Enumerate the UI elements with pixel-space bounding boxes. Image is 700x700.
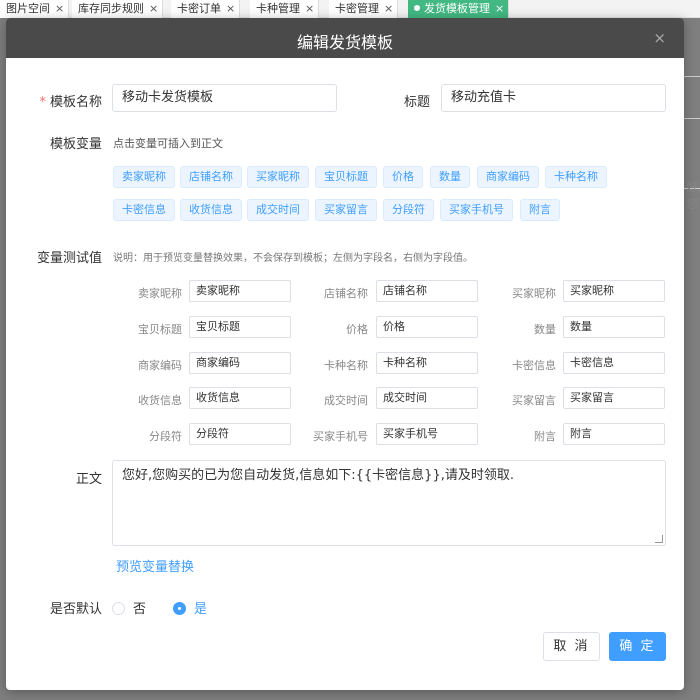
tab-label: 库存同步规则 xyxy=(78,2,144,15)
tab-label: 发货模板管理 xyxy=(424,2,490,15)
test-field-name: 买家留言 xyxy=(512,394,556,407)
tab-image-space[interactable]: 图片空间 × xyxy=(0,0,70,18)
test-field-input[interactable]: 商家编码 xyxy=(189,352,291,374)
close-icon[interactable]: × xyxy=(149,0,158,17)
variable-tag[interactable]: 数量 xyxy=(430,166,470,188)
test-field-input[interactable]: 店铺名称 xyxy=(376,280,478,302)
test-field-name: 附言 xyxy=(534,430,556,443)
close-icon[interactable]: × xyxy=(384,0,393,17)
active-dot-icon xyxy=(414,5,420,11)
variables-hint: 点击变量可插入到正文 xyxy=(113,137,223,150)
test-field-name: 价格 xyxy=(346,323,368,336)
cancel-button[interactable]: 取 消 xyxy=(543,632,600,661)
test-field-name: 买家昵称 xyxy=(512,287,556,300)
radio-label: 否 xyxy=(133,602,147,617)
background-divider xyxy=(684,76,700,77)
test-field-name: 店铺名称 xyxy=(324,287,368,300)
variable-tag[interactable]: 收货信息 xyxy=(180,199,242,221)
test-field-name: 商家编码 xyxy=(138,359,182,372)
confirm-button[interactable]: 确 定 xyxy=(609,632,666,661)
radio-checked-icon xyxy=(173,602,186,615)
dialog-header: 编辑发货模板 × xyxy=(6,18,684,58)
tab-card-manage[interactable]: 卡密管理 × xyxy=(329,0,399,18)
tab-bar: 图片空间 × 库存同步规则 × 卡密订单 × 卡种管理 × 卡密管理 × 发货模板管理 × xyxy=(0,0,700,18)
test-field-name: 数量 xyxy=(534,323,556,336)
test-field-name: 宝贝标题 xyxy=(138,323,182,336)
dialog-title: 编辑发货模板 xyxy=(296,33,393,52)
test-field-input[interactable]: 宝贝标题 xyxy=(189,316,291,338)
test-values-label: 变量测试值 xyxy=(36,251,102,266)
radio-circle-icon xyxy=(112,602,125,615)
tab-shipping-templates[interactable]: 发货模板管理 × xyxy=(408,0,510,18)
variable-tag[interactable]: 买家昵称 xyxy=(247,166,309,188)
test-field-name: 成交时间 xyxy=(324,394,368,407)
test-field-input[interactable]: 买家留言 xyxy=(563,387,665,409)
test-field-input[interactable]: 分段符 xyxy=(189,423,291,445)
body-text: 您好,您购买的已为您自动发货,信息如下:{{卡密信息}},请及时领取. xyxy=(122,468,514,483)
test-field-input[interactable]: 附言 xyxy=(563,423,665,445)
test-field-name: 卡密信息 xyxy=(512,359,556,372)
test-values-hint: 说明：用于预览变量替换效果，不会保存到模板；左侧为字段名，右侧为字段值。 xyxy=(113,253,473,264)
variable-tag[interactable]: 商家编码 xyxy=(477,166,539,188)
variable-tag[interactable]: 卡种名称 xyxy=(545,166,607,188)
test-field-input[interactable]: 收货信息 xyxy=(189,387,291,409)
tab-card-orders[interactable]: 卡密订单 × xyxy=(171,0,241,18)
body-textarea[interactable]: 您好,您购买的已为您自动发货,信息如下:{{卡密信息}},请及时领取. xyxy=(112,460,666,546)
variable-tag[interactable]: 分段符 xyxy=(383,199,434,221)
body-label: 正文 xyxy=(75,472,102,487)
tab-label: 图片空间 xyxy=(6,2,50,15)
test-field-input[interactable]: 成交时间 xyxy=(376,387,478,409)
tab-card-types[interactable]: 卡种管理 × xyxy=(250,0,320,18)
default-label: 是否默认 xyxy=(49,602,102,617)
tab-stock-sync-rules[interactable]: 库存同步规则 × xyxy=(72,0,164,18)
test-field-name: 分段符 xyxy=(149,430,182,443)
resize-handle-icon[interactable] xyxy=(655,535,663,543)
variable-tag[interactable]: 店铺名称 xyxy=(180,166,242,188)
test-field-name: 卖家昵称 xyxy=(138,287,182,300)
variable-tag[interactable]: 宝贝标题 xyxy=(315,166,377,188)
test-field-input[interactable]: 卡种名称 xyxy=(376,352,478,374)
variable-tag[interactable]: 价格 xyxy=(383,166,423,188)
variable-tag[interactable]: 附言 xyxy=(520,199,560,221)
background-divider xyxy=(684,118,700,119)
tab-label: 卡密订单 xyxy=(177,2,221,15)
variable-tag[interactable]: 卡密信息 xyxy=(113,199,175,221)
test-field-name: 卡种名称 xyxy=(324,359,368,372)
test-field-input[interactable]: 买家昵称 xyxy=(563,280,665,302)
background-text: 好,您 xyxy=(686,180,700,211)
test-field-name: 买家手机号 xyxy=(313,430,368,443)
variable-tag[interactable]: 买家手机号 xyxy=(440,199,513,221)
required-asterisk: * xyxy=(39,95,46,110)
close-icon[interactable]: × xyxy=(305,0,314,17)
tab-label: 卡种管理 xyxy=(256,2,300,15)
template-name-input[interactable]: 移动卡发货模板 xyxy=(112,84,337,112)
default-yes-radio[interactable]: 是 xyxy=(173,598,207,617)
test-field-input[interactable]: 卖家昵称 xyxy=(189,280,291,302)
variables-label: 模板变量 xyxy=(49,137,102,152)
tab-label: 卡密管理 xyxy=(335,2,379,15)
radio-label: 是 xyxy=(194,602,208,617)
test-field-input[interactable]: 数量 xyxy=(563,316,665,338)
close-icon[interactable]: × xyxy=(495,0,504,17)
test-field-name: 收货信息 xyxy=(138,394,182,407)
title-label: 标题 xyxy=(403,95,430,110)
close-icon[interactable]: × xyxy=(55,0,64,17)
test-field-input[interactable]: 卡密信息 xyxy=(563,352,665,374)
close-icon[interactable]: × xyxy=(226,0,235,17)
close-icon[interactable]: × xyxy=(653,29,666,47)
edit-template-dialog: 编辑发货模板 × * 模板名称 移动卡发货模板 标题 移动充值卡 模板变量 点击变… xyxy=(6,18,684,690)
default-no-radio[interactable]: 否 xyxy=(112,598,146,617)
template-name-label: * 模板名称 xyxy=(39,95,102,110)
variable-tag[interactable]: 成交时间 xyxy=(247,199,309,221)
variable-tag[interactable]: 卖家昵称 xyxy=(113,166,175,188)
variable-tag[interactable]: 买家留言 xyxy=(315,199,377,221)
test-field-input[interactable]: 买家手机号 xyxy=(376,423,478,445)
title-input[interactable]: 移动充值卡 xyxy=(441,84,666,112)
preview-replace-link[interactable]: 预览变量替换 xyxy=(116,556,194,575)
test-field-input[interactable]: 价格 xyxy=(376,316,478,338)
